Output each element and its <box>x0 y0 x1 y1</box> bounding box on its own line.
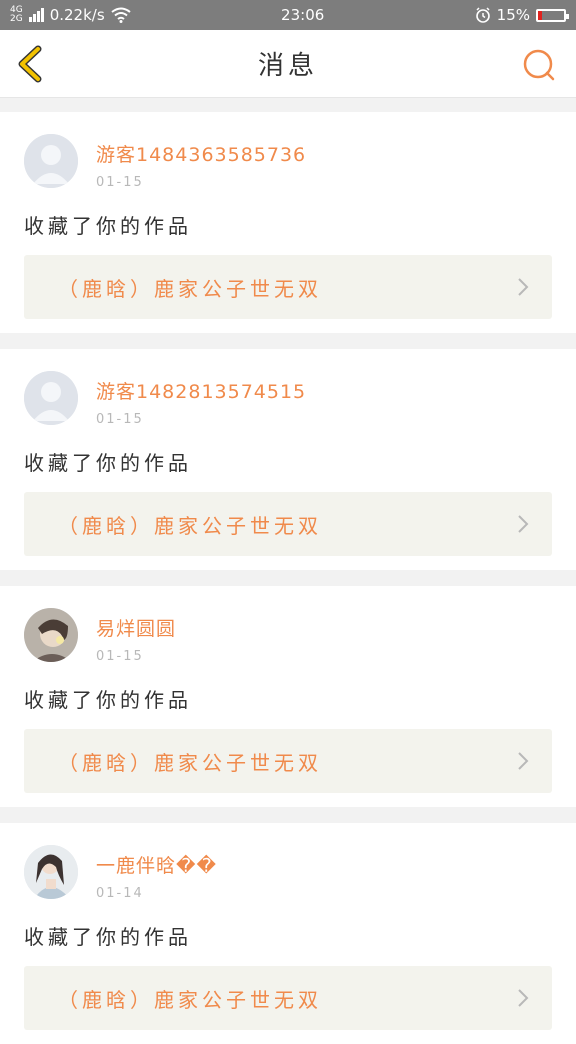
message-card: 易烊圆圆 01-15 收藏了你的作品 （鹿晗）鹿家公子世无双 <box>0 586 576 807</box>
work-title: （鹿晗）鹿家公子世无双 <box>58 276 322 301</box>
message-card: 游客1482813574515 01-15 收藏了你的作品 （鹿晗）鹿家公子世无… <box>0 349 576 570</box>
chevron-right-icon <box>518 989 529 1007</box>
action-text: 收藏了你的作品 <box>24 925 192 949</box>
avatar[interactable] <box>24 608 78 662</box>
avatar[interactable] <box>24 371 78 425</box>
user-photo-icon <box>24 845 78 899</box>
chevron-right-icon <box>518 752 529 770</box>
alarm-icon <box>475 7 490 23</box>
search-icon[interactable] <box>522 48 556 82</box>
username-link[interactable]: 一鹿伴晗�� <box>96 851 217 878</box>
user-photo-icon <box>24 608 78 662</box>
page-title: 消息 <box>257 51 318 81</box>
avatar[interactable] <box>24 134 78 188</box>
chevron-right-icon <box>518 515 529 533</box>
app-header: 消息 <box>0 30 576 98</box>
clock: 23:06 <box>281 6 325 24</box>
network-2g-label: 2G <box>10 14 23 24</box>
wifi-icon <box>111 7 131 23</box>
chevron-right-icon <box>518 278 529 296</box>
battery-icon <box>536 8 569 22</box>
message-date: 01-15 <box>96 412 144 427</box>
message-date: 01-15 <box>96 649 144 664</box>
message-card: 游客1484363585736 01-15 收藏了你的作品 （鹿晗）鹿家公子世无… <box>0 112 576 333</box>
username-link[interactable]: 易烊圆圆 <box>96 614 176 641</box>
username-link[interactable]: 游客1484363585736 <box>96 140 306 167</box>
network-type: 4G 2G <box>10 6 23 24</box>
default-avatar-icon <box>24 134 78 188</box>
message-list: 游客1484363585736 01-15 收藏了你的作品 （鹿晗）鹿家公子世无… <box>0 98 576 1044</box>
battery-percent: 15% <box>496 6 530 24</box>
action-text: 收藏了你的作品 <box>24 451 192 475</box>
network-speed: 0.22k/s <box>49 6 105 24</box>
work-title: （鹿晗）鹿家公子世无双 <box>58 513 322 538</box>
work-link[interactable]: （鹿晗）鹿家公子世无双 <box>24 255 552 319</box>
work-title: （鹿晗）鹿家公子世无双 <box>58 750 322 775</box>
action-text: 收藏了你的作品 <box>24 688 192 712</box>
back-arrow-icon[interactable] <box>12 44 52 84</box>
signal-icon <box>28 8 44 22</box>
message-date: 01-15 <box>96 175 144 190</box>
avatar[interactable] <box>24 845 78 899</box>
default-avatar-icon <box>24 371 78 425</box>
message-date: 01-14 <box>96 886 144 901</box>
status-bar: 4G 2G 0.22k/s 23:06 15% <box>0 0 576 30</box>
username-link[interactable]: 游客1482813574515 <box>96 377 306 404</box>
work-link[interactable]: （鹿晗）鹿家公子世无双 <box>24 729 552 793</box>
action-text: 收藏了你的作品 <box>24 214 192 238</box>
work-title: （鹿晗）鹿家公子世无双 <box>58 987 322 1012</box>
work-link[interactable]: （鹿晗）鹿家公子世无双 <box>24 966 552 1030</box>
work-link[interactable]: （鹿晗）鹿家公子世无双 <box>24 492 552 556</box>
message-card: 一鹿伴晗�� 01-14 收藏了你的作品 （鹿晗）鹿家公子世无双 <box>0 823 576 1044</box>
